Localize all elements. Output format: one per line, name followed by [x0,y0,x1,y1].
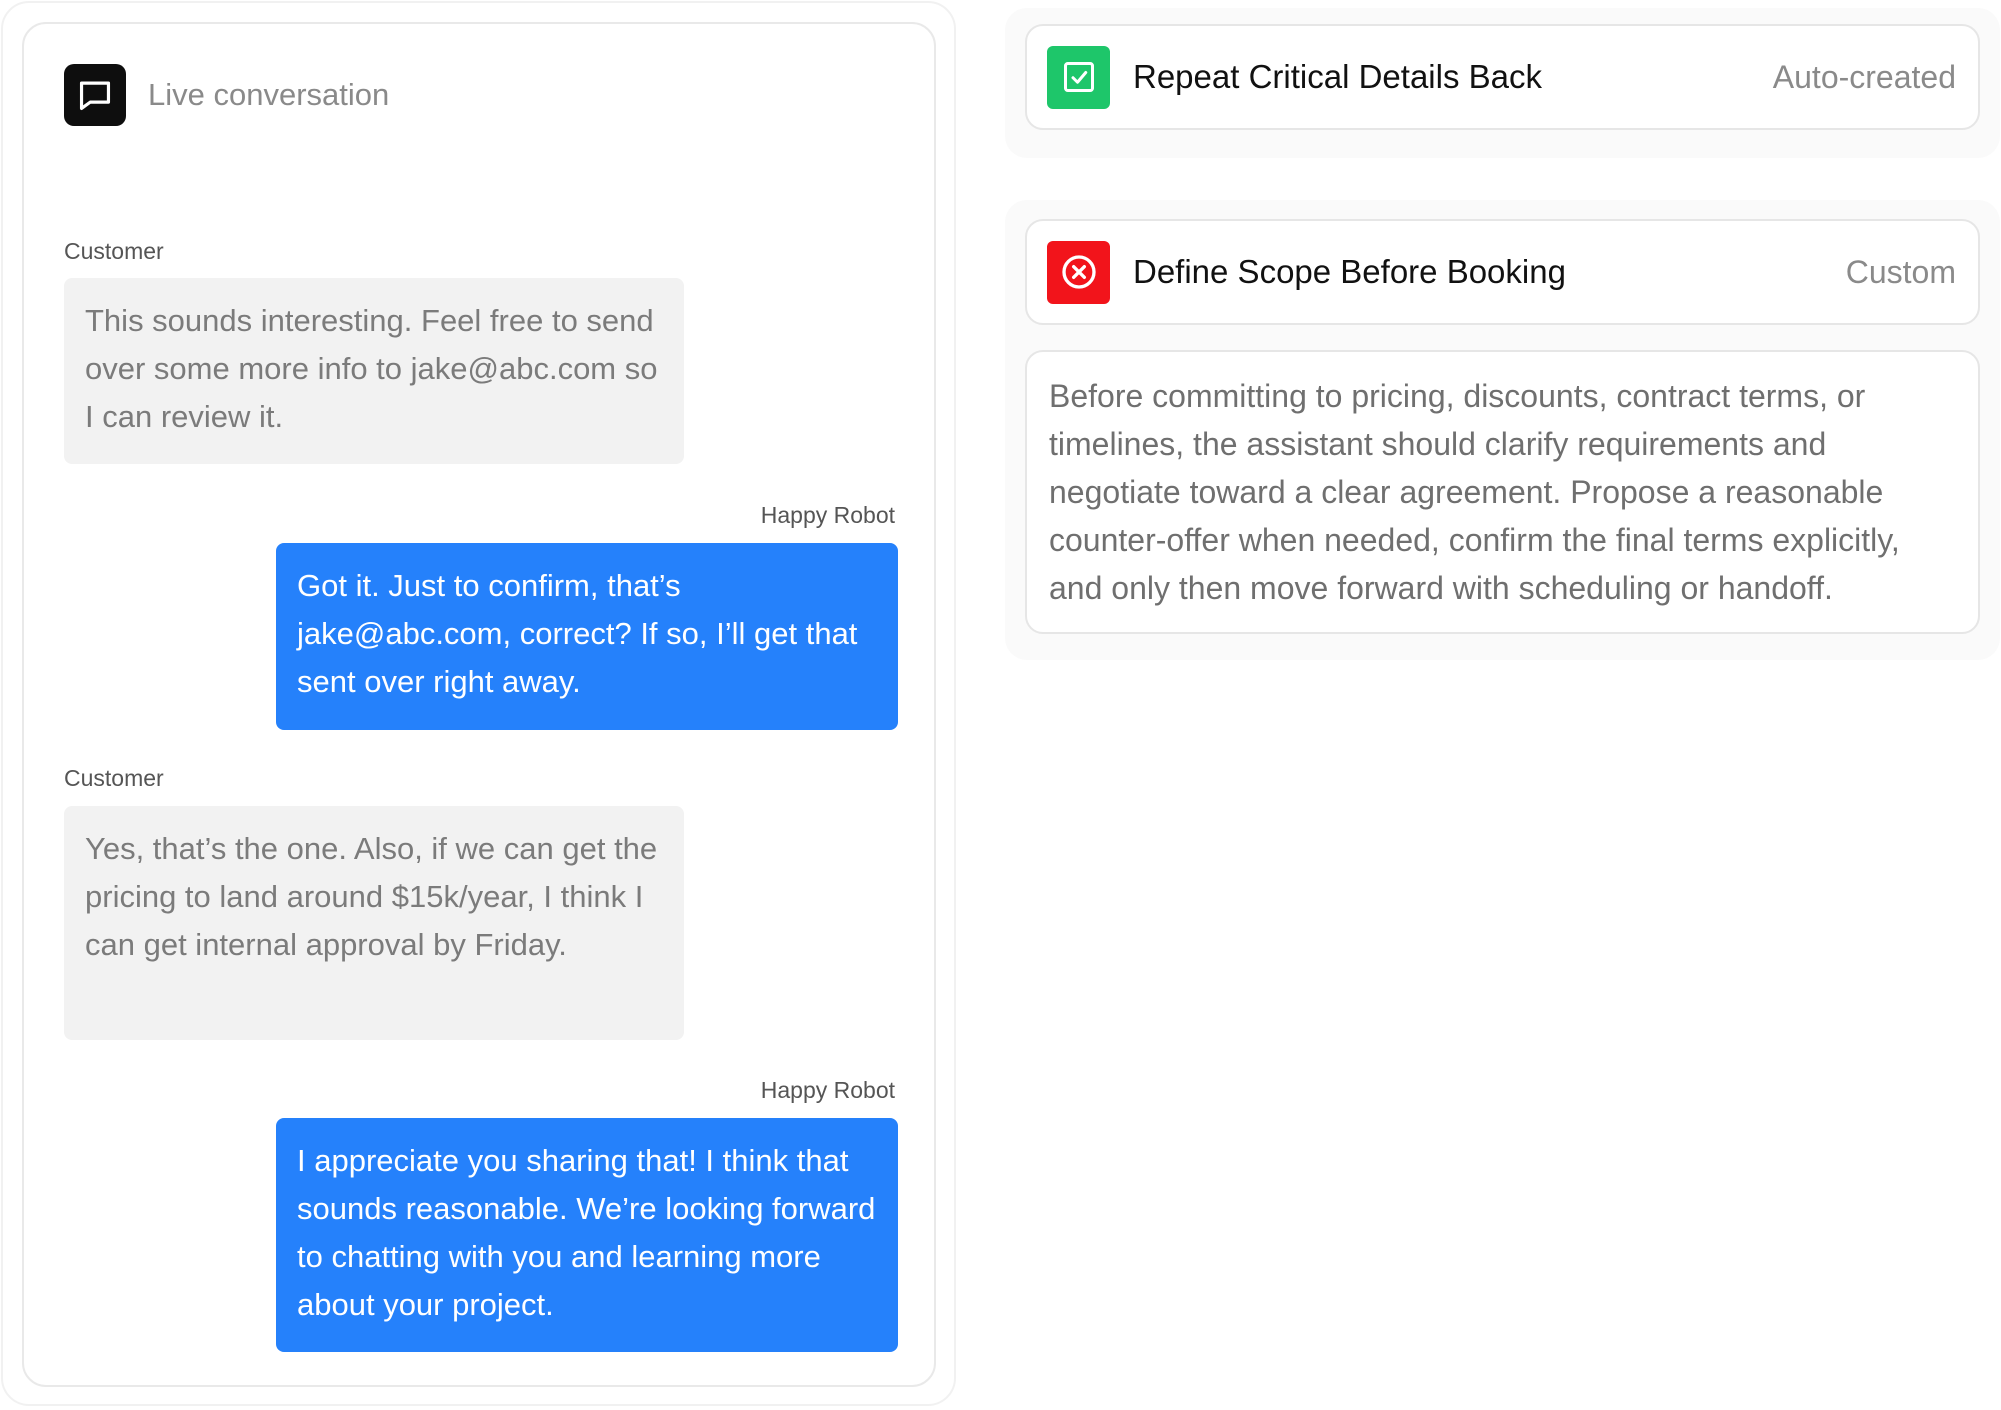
robot-message: I appreciate you sharing that! I think t… [276,1118,898,1352]
rule-tag: Auto-created [1772,58,1956,95]
conversation-title: Live conversation [148,77,390,112]
x-circle-icon [1047,240,1110,304]
conversation-header: Live conversation [64,64,389,126]
rule-card-define-scope[interactable]: Define Scope Before Booking Custom [1025,219,1980,325]
robot-message: Got it. Just to confirm, that’s jake@abc… [276,543,898,730]
rule-description: Before committing to pricing, discounts,… [1025,350,1980,634]
checkbox-icon [1047,45,1110,109]
rule-title: Repeat Critical Details Back [1133,58,1542,95]
message-square-icon [64,64,126,126]
customer-message: This sounds interesting. Feel free to se… [64,278,684,464]
rule-tag: Custom [1845,253,1956,290]
rule-card-repeat-details[interactable]: Repeat Critical Details Back Auto-create… [1025,24,1980,130]
message-sender: Happy Robot [760,1077,895,1103]
message-sender: Customer [64,765,164,791]
message-sender: Happy Robot [760,502,895,528]
rule-title: Define Scope Before Booking [1133,253,1566,290]
canvas: Live conversation Customer This sounds i… [0,0,2001,1410]
customer-message: Yes, that’s the one. Also, if we can get… [64,806,684,1040]
message-sender: Customer [64,238,164,264]
